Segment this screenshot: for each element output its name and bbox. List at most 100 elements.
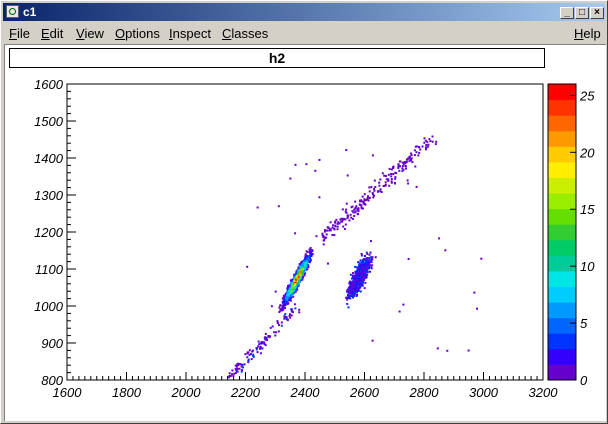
heatmap-cell bbox=[423, 141, 426, 144]
heatmap-cell bbox=[380, 191, 383, 193]
palette-swatch bbox=[548, 224, 576, 241]
heatmap-cell bbox=[232, 375, 235, 377]
heatmap-cell bbox=[302, 262, 304, 265]
menu-help[interactable]: Help bbox=[574, 26, 601, 41]
y-tick-label: 1100 bbox=[35, 262, 64, 277]
heatmap-cell bbox=[270, 305, 273, 308]
app-icon[interactable] bbox=[6, 5, 19, 18]
heatmap-cell bbox=[354, 265, 357, 268]
menu-view[interactable]: View bbox=[76, 26, 104, 41]
heatmap-cell bbox=[280, 321, 283, 324]
heatmap-cell bbox=[235, 364, 238, 367]
palette-swatch bbox=[548, 84, 576, 101]
maximize-button[interactable]: □ bbox=[575, 7, 589, 19]
heatmap-cell bbox=[352, 272, 354, 275]
title-bar[interactable]: c1 _ □ × bbox=[3, 3, 605, 21]
heatmap-cell bbox=[289, 177, 292, 180]
heatmap-cell bbox=[291, 282, 294, 285]
heatmap-cell bbox=[344, 218, 347, 221]
heatmap-cell bbox=[318, 196, 321, 199]
heatmap-cell bbox=[352, 211, 355, 214]
heatmap-cell bbox=[413, 154, 416, 157]
heatmap-cell bbox=[421, 145, 424, 148]
heatmap-cell bbox=[255, 348, 258, 351]
heatmap-cell bbox=[321, 232, 324, 235]
y-tick-label: 1600 bbox=[34, 77, 64, 92]
heatmap-cell bbox=[344, 210, 347, 213]
y-tick-label: 900 bbox=[41, 336, 63, 351]
heatmap-cell bbox=[343, 228, 346, 230]
heatmap-cell bbox=[290, 308, 293, 311]
heatmap-cell bbox=[426, 140, 429, 143]
heatmap-cell bbox=[378, 184, 381, 187]
heatmap-cell bbox=[273, 331, 276, 334]
heatmap-cell bbox=[248, 349, 251, 352]
heatmap-cell bbox=[360, 199, 363, 202]
heatmap-cell bbox=[351, 291, 354, 294]
heatmap-cell bbox=[384, 181, 387, 184]
palette-swatch bbox=[548, 208, 576, 225]
heatmap-cell bbox=[256, 351, 259, 354]
heatmap-cell bbox=[283, 315, 286, 318]
menu-classes[interactable]: Classes bbox=[222, 26, 268, 41]
heatmap-cell bbox=[378, 181, 381, 184]
heatmap-cell bbox=[401, 165, 404, 167]
heatmap-cell bbox=[357, 261, 360, 264]
heatmap-cell bbox=[390, 178, 393, 181]
heatmap-cell bbox=[425, 144, 428, 146]
heatmap-cell bbox=[356, 276, 359, 279]
heatmap-cell bbox=[289, 297, 292, 299]
palette-swatch bbox=[548, 364, 576, 381]
heatmap-cell bbox=[361, 207, 364, 210]
heatmap-cell bbox=[329, 221, 332, 224]
heatmap-cell bbox=[363, 199, 366, 202]
heatmap-cell bbox=[348, 292, 351, 295]
heatmap-cell bbox=[410, 152, 413, 155]
heatmap-cell bbox=[278, 324, 280, 327]
heatmap-cell bbox=[379, 178, 382, 181]
heatmap-cell bbox=[369, 251, 372, 254]
menu-edit[interactable]: Edit bbox=[41, 26, 63, 41]
heatmap-cell bbox=[228, 376, 230, 379]
heatmap-cell bbox=[309, 253, 312, 255]
heatmap-cell bbox=[376, 190, 379, 193]
heatmap-cell bbox=[356, 271, 359, 274]
heatmap-cell bbox=[354, 200, 357, 203]
heatmap-cell bbox=[354, 277, 357, 280]
heatmap-cell bbox=[418, 146, 420, 148]
heatmap-cell bbox=[391, 166, 394, 169]
heatmap-cell bbox=[379, 188, 382, 191]
heatmap-cell bbox=[371, 339, 374, 342]
menu-file[interactable]: File bbox=[9, 26, 30, 41]
heatmap-cell bbox=[371, 256, 374, 259]
heatmap-cell bbox=[244, 353, 247, 356]
menu-inspect[interactable]: Inspect bbox=[169, 26, 211, 41]
heatmap-cell bbox=[283, 317, 286, 320]
heatmap-cell bbox=[271, 325, 274, 328]
heatmap-cell bbox=[332, 224, 334, 227]
menu-options[interactable]: Options bbox=[115, 26, 160, 41]
heatmap-plot[interactable]: 1600 1800 2000 2200 2400 2600 2800 3000 3200 800 9… bbox=[5, 45, 605, 421]
heatmap-cell bbox=[364, 274, 367, 277]
plot-canvas[interactable]: h2 1600 1800 2000 2200 2400 2600 2800 3000 3200 8… bbox=[4, 44, 606, 421]
heatmap-cell bbox=[275, 331, 278, 334]
heatmap-cell bbox=[257, 340, 260, 343]
heatmap-cell bbox=[292, 284, 295, 287]
heatmap-cell bbox=[268, 336, 271, 339]
heatmap-cell bbox=[304, 258, 307, 261]
heatmap-cell bbox=[277, 205, 280, 208]
heatmap-cell bbox=[426, 145, 429, 148]
heatmap-cell bbox=[368, 259, 371, 262]
close-button[interactable]: × bbox=[590, 7, 604, 19]
heatmap-cell bbox=[336, 225, 339, 228]
heatmap-cell bbox=[346, 217, 349, 219]
heatmap-cell bbox=[276, 320, 279, 323]
heatmap-cell bbox=[369, 270, 371, 273]
heatmap-cell bbox=[355, 289, 357, 292]
heatmap-cell bbox=[357, 287, 360, 290]
heatmap-cell bbox=[243, 363, 246, 366]
y-tick-label: 1000 bbox=[34, 299, 64, 314]
heatmap-cell bbox=[361, 195, 364, 198]
heatmap-cell bbox=[285, 297, 287, 300]
minimize-button[interactable]: _ bbox=[560, 7, 574, 19]
